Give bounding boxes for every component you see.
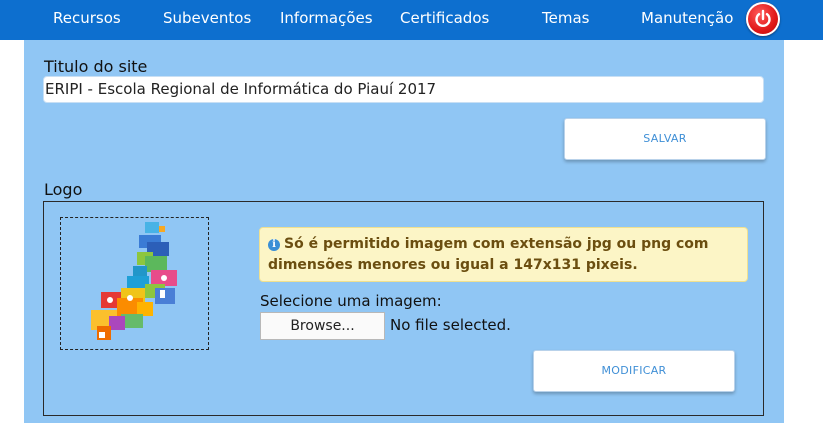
modify-button[interactable]: MODIFICAR bbox=[533, 350, 735, 392]
site-title-label: Titulo do site bbox=[44, 57, 148, 76]
nav-item-certificados[interactable]: Certificados bbox=[400, 0, 489, 36]
upload-rules-alert: i Só é permitido imagem com extensão jpg … bbox=[259, 227, 748, 282]
nav-item-subeventos[interactable]: Subeventos bbox=[163, 0, 251, 36]
nav-item-manutencao[interactable]: Manutenção bbox=[641, 0, 733, 36]
alert-line-2: dimensões menores ou igual a 147x131 pix… bbox=[268, 257, 638, 273]
info-icon: i bbox=[268, 239, 280, 251]
save-button[interactable]: SALVAR bbox=[564, 118, 766, 160]
select-image-label: Selecione uma imagem: bbox=[260, 292, 442, 310]
nav-item-informacoes[interactable]: Informações bbox=[280, 0, 373, 36]
logo-label: Logo bbox=[44, 180, 83, 199]
logo-image bbox=[91, 222, 177, 340]
file-status: No file selected. bbox=[390, 316, 511, 334]
logo-preview bbox=[60, 217, 209, 350]
logout-button[interactable] bbox=[746, 2, 780, 36]
power-icon bbox=[755, 9, 771, 28]
top-navigation: Recursos Subeventos Informações Certific… bbox=[0, 0, 823, 40]
alert-line-1: Só é permitido imagem com extensão jpg o… bbox=[284, 236, 709, 252]
nav-item-recursos[interactable]: Recursos bbox=[53, 0, 121, 36]
browse-button[interactable]: Browse... bbox=[260, 312, 385, 340]
site-title-input[interactable]: ERIPI - Escola Regional de Informática d… bbox=[43, 76, 764, 103]
nav-item-temas[interactable]: Temas bbox=[542, 0, 589, 36]
